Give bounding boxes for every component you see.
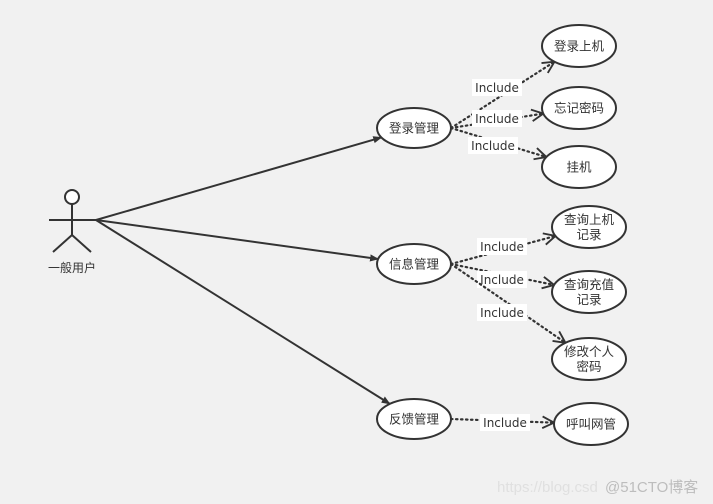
- usecase-info-sub-2-label: 修改个人: [564, 344, 615, 359]
- usecase-info-sub-0[interactable]: 查询上机记录: [551, 205, 627, 249]
- watermark-url: https://blog.csd: [497, 479, 598, 496]
- actor-general-user[interactable]: 一般用户: [48, 189, 96, 275]
- usecase-login-sub-2-label: 挂机: [566, 160, 592, 175]
- usecase-login-sub-0[interactable]: 登录上机: [541, 24, 617, 68]
- usecase-login[interactable]: 登录管理: [376, 107, 452, 149]
- actor-head: [64, 189, 80, 205]
- association-lines: [95, 136, 391, 405]
- include-label: Include: [468, 137, 518, 154]
- actor-leg-right: [71, 234, 92, 253]
- association-login: [95, 136, 383, 221]
- usecase-info[interactable]: 信息管理: [376, 243, 452, 285]
- usecase-info-sub-2-label: 密码: [576, 359, 601, 374]
- include-label: Include: [477, 304, 527, 321]
- usecase-info-label: 信息管理: [389, 257, 440, 272]
- usecase-info-sub-1-label: 记录: [576, 292, 601, 307]
- usecase-info-sub-1[interactable]: 查询充值记录: [551, 270, 627, 314]
- usecase-login-sub-0-label: 登录上机: [554, 39, 605, 54]
- include-label-text: Include: [475, 81, 519, 95]
- usecase-feedback-sub-0[interactable]: 呼叫网管: [553, 402, 629, 446]
- watermark-brand: @51CTO博客: [605, 479, 698, 496]
- usecase-login-sub-2[interactable]: 挂机: [541, 145, 617, 189]
- watermark: https://blog.csd @51CTO博客: [497, 479, 698, 496]
- usecase-feedback-sub-0-label: 呼叫网管: [566, 417, 616, 432]
- usecase-login-label: 登录管理: [389, 121, 440, 136]
- include-label-text: Include: [480, 306, 524, 320]
- include-label-text: Include: [471, 139, 515, 153]
- include-label: Include: [477, 238, 527, 255]
- usecase-login-sub-1-label: 忘记密码: [554, 101, 604, 116]
- usecase-info-sub-1-label: 查询充值: [564, 277, 614, 292]
- include-label-text: Include: [483, 416, 527, 430]
- usecase-login-sub-1[interactable]: 忘记密码: [541, 86, 617, 130]
- usecase-info-sub-0-label: 查询上机: [564, 212, 615, 227]
- include-label: Include: [472, 110, 522, 127]
- include-label: Include: [477, 271, 527, 288]
- actor-label: 一般用户: [48, 260, 96, 275]
- include-label: Include: [472, 79, 522, 96]
- association-info: [95, 219, 380, 262]
- include-label-text: Include: [480, 240, 524, 254]
- use-case-diagram: 一般用户 Include Include Include Include Include…: [48, 24, 698, 496]
- usecase-info-sub-2[interactable]: 修改个人密码: [551, 337, 627, 381]
- include-label: Include: [480, 414, 530, 431]
- usecase-feedback-label: 反馈管理: [389, 412, 440, 427]
- include-label-text: Include: [480, 273, 524, 287]
- actor-leg-left: [52, 234, 73, 253]
- association-feedback: [95, 219, 391, 405]
- include-label-text: Include: [475, 112, 519, 126]
- usecase-feedback[interactable]: 反馈管理: [376, 398, 452, 440]
- usecase-info-sub-0-label: 记录: [576, 227, 601, 242]
